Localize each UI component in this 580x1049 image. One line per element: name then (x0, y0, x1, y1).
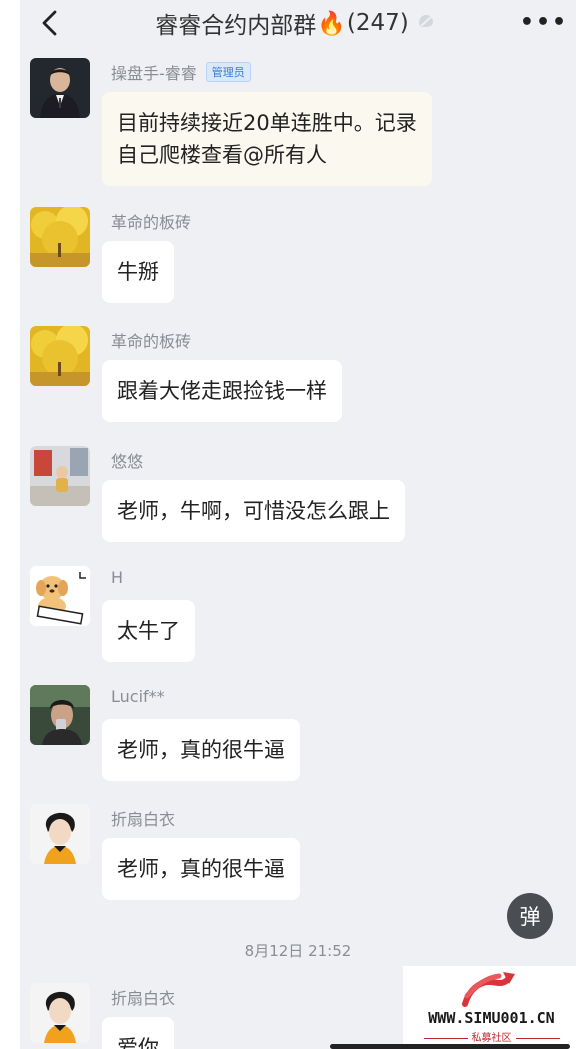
message-text-line: 老师，真的很牛逼 (117, 738, 285, 762)
message-text-line: 老师，真的很牛逼 (117, 857, 285, 881)
sender-name: Lucif** (111, 687, 165, 706)
watermark-subtitle: 私募社区 (403, 1029, 580, 1044)
group-title: 睿睿合约内部群 🔥 (247) (140, 6, 450, 40)
admin-badge: 管理员 (205, 62, 251, 82)
message-bubble[interactable]: 牛掰 (102, 241, 174, 303)
more-options-button[interactable]: ••• (520, 8, 566, 36)
sender-label: H (111, 568, 124, 587)
message-timestamp: 8月12日 21:52 (244, 942, 352, 960)
sender-name: 折扇白衣 (111, 806, 175, 830)
avatar[interactable] (30, 685, 90, 745)
avatar[interactable] (30, 207, 90, 267)
sender-label: 革命的板砖 (111, 332, 192, 351)
sender-name: 折扇白衣 (111, 985, 175, 1009)
fire-icon: 🔥 (317, 10, 346, 37)
message-bubble[interactable]: 目前持续接近20单连胜中。记录 自己爬楼查看@所有人 (102, 92, 432, 186)
message-text-line: 自己爬楼查看@所有人 (117, 143, 327, 167)
message-text-line: 太牛了 (117, 619, 180, 643)
message-text-line: 牛掰 (117, 260, 159, 284)
home-indicator (330, 1044, 570, 1049)
chat-area: 睿睿合约内部群 🔥 (247) ••• 操盘手-睿睿 管理员 目前持续接近20单… (20, 0, 576, 1049)
sender-name: 革命的板砖 (111, 328, 191, 352)
sender-label: 革命的板砖 (111, 213, 192, 232)
sender-label: 折扇白衣 (111, 810, 176, 829)
sender-name: 悠悠 (111, 448, 143, 472)
message-bubble[interactable]: 老师，真的很牛逼 (102, 838, 300, 900)
avatar[interactable] (30, 446, 90, 506)
sender-name: 操盘手-睿睿 管理员 (111, 60, 251, 84)
message-bubble[interactable]: 爱你 (102, 1017, 174, 1049)
message-text-line: 爱你 (117, 1036, 159, 1049)
message-bubble[interactable]: 太牛了 (102, 600, 195, 662)
sender-label: 折扇白衣 (111, 989, 176, 1008)
sender-name: H (111, 568, 123, 587)
message-bubble[interactable]: 老师，真的很牛逼 (102, 719, 300, 781)
sender-label: 操盘手-睿睿 (111, 64, 197, 83)
member-count: (247) (346, 10, 409, 36)
back-button[interactable] (36, 8, 66, 38)
message-text-line: 跟着大佬走跟捡钱一样 (117, 379, 327, 403)
avatar[interactable] (30, 326, 90, 386)
message-text-line: 目前持续接近20单连胜中。记录 (117, 111, 417, 135)
danmu-button[interactable]: 弹 (507, 893, 553, 939)
watermark-logo-icon (462, 972, 515, 1007)
avatar[interactable] (30, 804, 90, 864)
sender-label: 悠悠 (111, 452, 144, 471)
message-text-line: 老师，牛啊，可惜没怎么跟上 (117, 499, 390, 523)
avatar[interactable] (30, 58, 90, 118)
group-name: 睿睿合约内部群 (155, 13, 317, 39)
watermark: WWW.SIMU001.CN 私募社区 (403, 966, 580, 1049)
sender-label: Lucif** (111, 687, 165, 706)
avatar[interactable] (30, 566, 90, 626)
chat-header: 睿睿合约内部群 🔥 (247) ••• (20, 0, 576, 46)
mute-icon (417, 13, 435, 33)
message-bubble[interactable]: 老师，牛啊，可惜没怎么跟上 (102, 480, 405, 542)
chevron-left-icon (42, 10, 57, 36)
watermark-url: WWW.SIMU001.CN (428, 1009, 555, 1027)
avatar[interactable] (30, 983, 90, 1043)
message-bubble[interactable]: 跟着大佬走跟捡钱一样 (102, 360, 342, 422)
sender-name: 革命的板砖 (111, 209, 191, 233)
